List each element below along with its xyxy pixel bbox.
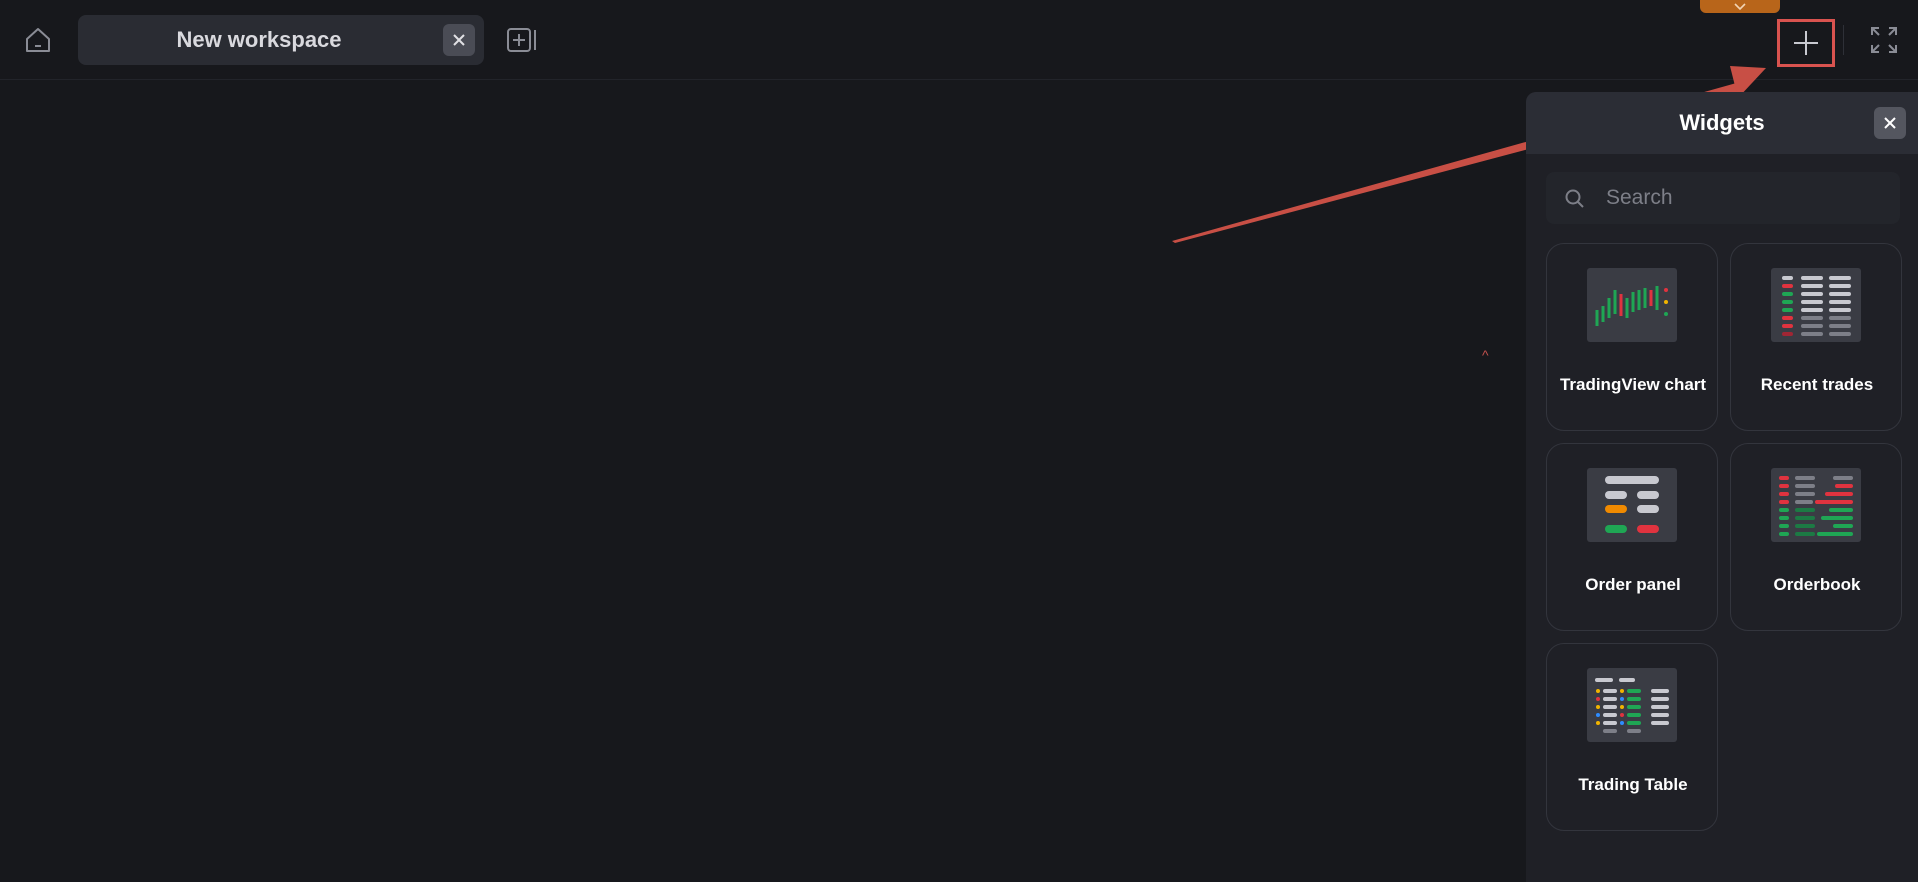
- close-icon: [453, 34, 465, 46]
- add-tab-button[interactable]: [504, 22, 540, 58]
- top-bar: New workspace: [0, 0, 1918, 80]
- workspace-tab[interactable]: New workspace: [78, 15, 484, 65]
- widgets-panel-header: Widgets: [1526, 92, 1918, 154]
- toolbar-divider: [1843, 25, 1844, 55]
- widget-card-label: Trading Table: [1578, 774, 1688, 794]
- tab-close-button[interactable]: [443, 24, 475, 56]
- candlestick-chart-thumbnail: [1587, 268, 1677, 342]
- widget-card-recent-trades[interactable]: Recent trades: [1730, 243, 1902, 431]
- add-tab-icon: [507, 28, 536, 52]
- widget-card-label: TradingView chart: [1559, 374, 1707, 394]
- fullscreen-button[interactable]: [1866, 22, 1902, 58]
- orderbook-depth-thumbnail: [1771, 468, 1861, 542]
- order-form-thumbnail: [1587, 468, 1677, 542]
- chevron-down-icon: [1734, 2, 1746, 10]
- collapse-tab[interactable]: [1700, 0, 1780, 13]
- widgets-panel-close-button[interactable]: [1874, 107, 1906, 139]
- caret-marker: ^: [1482, 347, 1489, 363]
- widget-card-trading-table[interactable]: Trading Table: [1546, 643, 1718, 831]
- search-icon: [1565, 189, 1584, 208]
- home-button[interactable]: [18, 20, 58, 60]
- widget-card-label: Order panel: [1585, 574, 1681, 594]
- widget-card-label: Recent trades: [1760, 374, 1874, 394]
- widget-search-input[interactable]: [1604, 172, 1894, 224]
- widgets-panel-title: Widgets: [1679, 110, 1765, 135]
- fullscreen-icon: [1871, 27, 1897, 53]
- widget-card-label: Orderbook: [1773, 574, 1861, 594]
- trades-list-thumbnail: [1771, 268, 1861, 342]
- widget-card-order-panel[interactable]: Order panel: [1546, 443, 1718, 631]
- widget-card-orderbook[interactable]: Orderbook: [1730, 443, 1902, 631]
- workspace-tab-label: New workspace: [176, 27, 342, 52]
- trading-table-thumbnail: [1587, 668, 1677, 742]
- add-widget-button[interactable]: [1777, 19, 1835, 67]
- home-icon: [26, 28, 50, 52]
- widget-search-box: [1546, 172, 1900, 224]
- widgets-panel: Widgets Search TradingView chart Recent …: [1526, 92, 1918, 882]
- widget-card-tradingview-chart[interactable]: TradingView chart: [1546, 243, 1718, 431]
- plus-icon: [1794, 31, 1818, 55]
- close-icon: [1884, 117, 1896, 129]
